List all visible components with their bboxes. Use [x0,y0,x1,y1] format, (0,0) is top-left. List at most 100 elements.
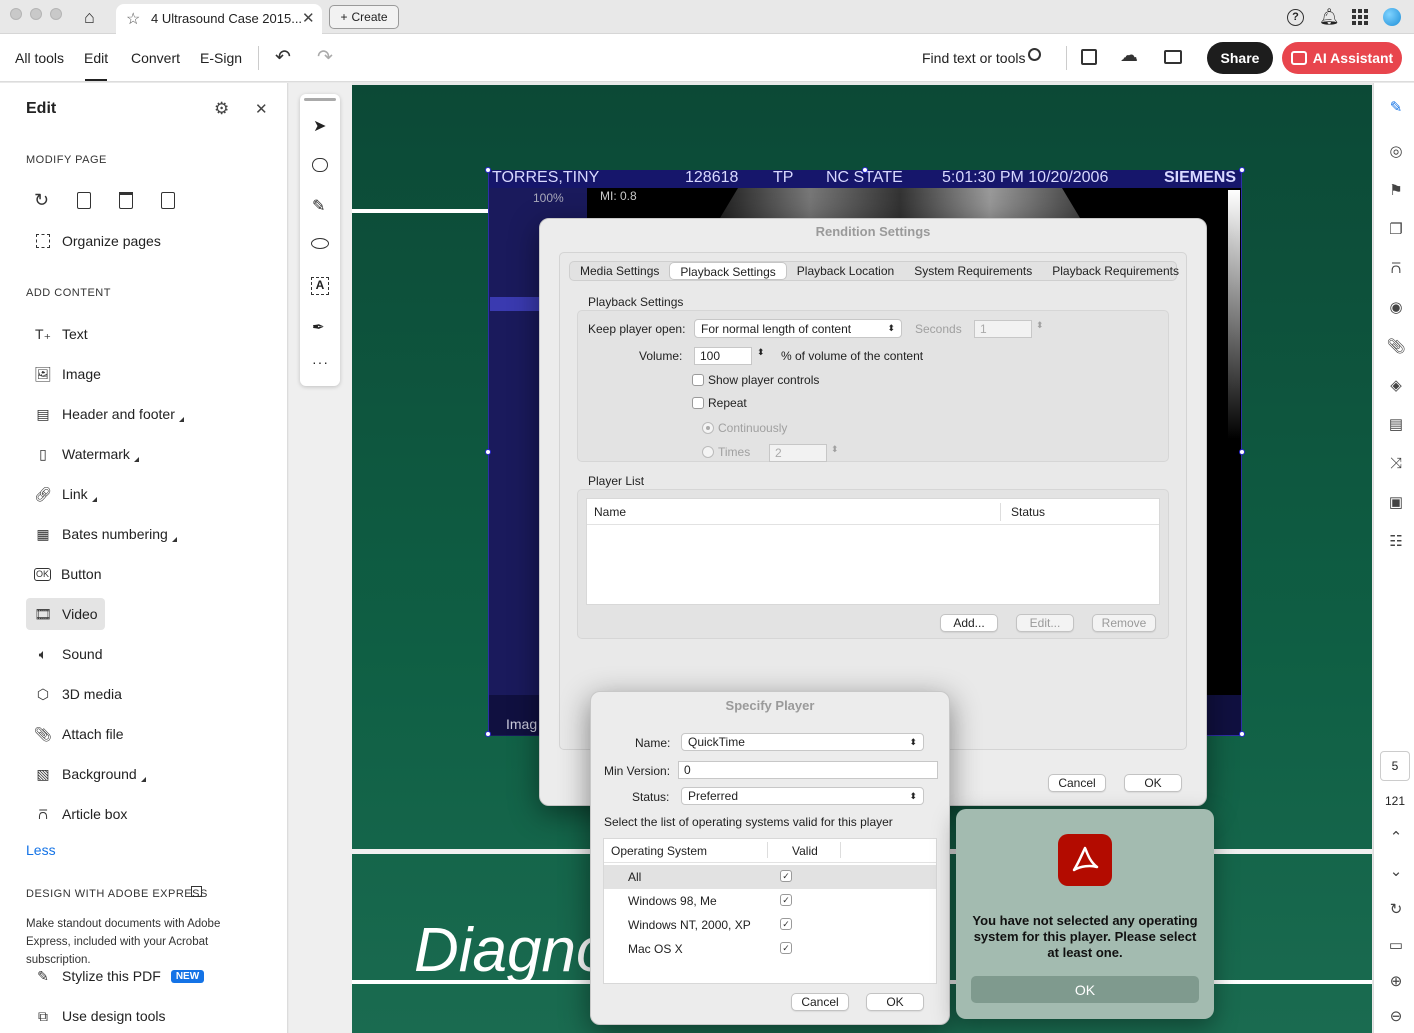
seconds-stepper-icon[interactable]: ⬍ [1036,320,1044,331]
less-link[interactable]: Less [26,842,56,858]
edit-player-button[interactable]: Edit... [1016,614,1074,632]
attachments-icon[interactable]: 📎︎ [1386,337,1405,355]
current-page-input[interactable]: 5 [1380,751,1410,781]
os-row-macosx[interactable]: Mac OS X ✓ [604,937,936,961]
undo-icon[interactable]: ↶ [275,46,291,69]
home-icon[interactable]: ⌂ [84,7,95,28]
bell-icon[interactable]: 🔔︎ [1319,7,1339,27]
keep-open-select[interactable]: For normal length of content ⬍ [694,319,902,338]
save-icon[interactable] [1081,49,1097,65]
watermark-item[interactable]: ▯ Watermark [26,438,266,470]
create-button[interactable]: + Create [329,5,399,29]
share-button[interactable]: Share [1207,42,1273,74]
valid-checkbox[interactable]: ✓ [780,918,792,930]
add-image-item[interactable]: 🖼︎ Image [26,358,266,390]
close-window-button[interactable] [10,8,22,20]
draw-lasso-icon[interactable] [311,238,329,249]
extract-page-icon[interactable] [161,192,175,209]
resize-handle[interactable] [485,731,491,737]
highlight-pen-icon[interactable]: ✎ [312,196,325,216]
bates-numbering-item[interactable]: ▦ Bates numbering [26,518,266,550]
valid-checkbox[interactable]: ✓ [780,942,792,954]
tab-playback-settings[interactable]: Playback Settings [669,262,787,280]
resize-handle[interactable] [862,167,868,173]
external-link-icon[interactable] [191,886,202,897]
menu-all-tools[interactable]: All tools [15,50,64,66]
button-item[interactable]: OK Button [26,558,266,590]
min-version-field[interactable]: 0 [678,761,938,779]
sound-item[interactable]: 🔈︎ Sound [26,638,266,670]
close-tab-icon[interactable]: ✕ [302,9,315,27]
select-cursor-icon[interactable]: ➤ [313,116,326,136]
attach-file-item[interactable]: 📎︎ Attach file [26,718,266,750]
insert-page-icon[interactable] [77,192,91,209]
seconds-field[interactable]: 1 [974,320,1032,338]
volume-stepper-icon[interactable]: ⬍ [757,347,765,358]
chevron-up-icon[interactable]: ⌃ [1387,828,1405,846]
text-box-icon[interactable]: A [311,277,329,295]
article-box-item[interactable]: ⩃ Article box [26,798,266,830]
stylize-pdf-item[interactable]: ✎ Stylize this PDF NEW [26,960,226,992]
show-controls-checkbox[interactable] [692,374,704,386]
times-field[interactable]: 2 [769,444,827,462]
resize-handle[interactable] [1239,449,1245,455]
valid-checkbox[interactable]: ✓ [780,894,792,906]
structure-icon[interactable]: ☷ [1387,532,1405,550]
alert-ok-button[interactable]: OK [971,976,1199,1003]
more-tools-icon[interactable]: ··· [312,354,329,370]
background-item[interactable]: ▧ Background [26,758,266,790]
tab-media-settings[interactable]: Media Settings [570,262,669,280]
zoom-in-icon[interactable]: ⊕ [1387,972,1405,990]
gear-icon[interactable]: ⚙ [214,99,229,119]
menu-esign[interactable]: E-Sign [200,50,242,66]
help-icon[interactable]: ? [1287,9,1304,26]
volume-field[interactable]: 100 [694,347,752,365]
apps-grid-icon[interactable] [1352,9,1368,25]
document-properties-icon[interactable]: ▤ [1387,415,1405,433]
rotate-page-icon[interactable]: ↻ [34,190,49,211]
os-row-winnt[interactable]: Windows NT, 2000, XP ✓ [604,913,936,937]
upload-cloud-icon[interactable]: ☁ [1120,45,1138,66]
link-item[interactable]: 🔗︎ Link [26,478,266,510]
3d-media-item[interactable]: ⬡ 3D media [26,678,266,710]
player-list-table[interactable] [586,498,1160,605]
star-icon[interactable]: ☆ [126,9,140,29]
resize-handle[interactable] [485,449,491,455]
document-tab[interactable]: ☆ 4 Ultrasound Case 2015... ✕ [116,4,322,34]
profile-avatar[interactable] [1383,8,1401,26]
os-row-win98[interactable]: Windows 98, Me ✓ [604,889,936,913]
search-icon[interactable] [1028,48,1041,61]
chevron-down-icon[interactable]: ⌄ [1387,862,1405,880]
drag-handle[interactable] [304,98,336,101]
zoom-window-button[interactable] [50,8,62,20]
player-name-select[interactable]: QuickTime ⬍ [681,733,924,751]
tab-playback-requirements[interactable]: Playback Requirements [1042,262,1189,280]
bookmark-icon[interactable]: ⚑ [1387,181,1405,199]
fit-page-icon[interactable]: ▭ [1387,936,1405,954]
fill-sign-icon[interactable]: ✒ [312,318,325,336]
video-item[interactable]: 🎞︎ Video [26,598,105,630]
times-radio[interactable] [702,446,714,458]
rendition-ok-button[interactable]: OK [1124,774,1182,792]
target-icon[interactable]: ◉ [1387,298,1405,316]
valid-checkbox[interactable]: ✓ [780,870,792,882]
menu-edit[interactable]: Edit [84,50,108,66]
remove-player-button[interactable]: Remove [1092,614,1156,632]
comment-rail-icon[interactable]: ◎ [1387,142,1405,160]
pages-thumbnail-icon[interactable]: ❐ [1387,220,1405,238]
close-panel-icon[interactable]: ✕ [255,100,268,118]
header-footer-item[interactable]: ▤ Header and footer [26,398,266,430]
add-text-item[interactable]: T₊ Text [26,318,266,350]
delete-page-icon[interactable] [119,192,133,209]
add-player-button[interactable]: Add... [940,614,998,632]
resize-handle[interactable] [1239,731,1245,737]
os-row-all[interactable]: All ✓ [604,865,936,889]
repeat-checkbox[interactable] [692,397,704,409]
edit-pdf-icon[interactable]: ✎ [1387,98,1405,116]
article-rail-icon[interactable]: ⩃ [1387,259,1405,277]
tab-playback-location[interactable]: Playback Location [787,262,904,280]
rendition-cancel-button[interactable]: Cancel [1048,774,1106,792]
menu-convert[interactable]: Convert [131,50,180,66]
zoom-out-icon[interactable]: ⊖ [1387,1007,1405,1025]
compare-icon[interactable]: ⤨ [1387,454,1405,472]
